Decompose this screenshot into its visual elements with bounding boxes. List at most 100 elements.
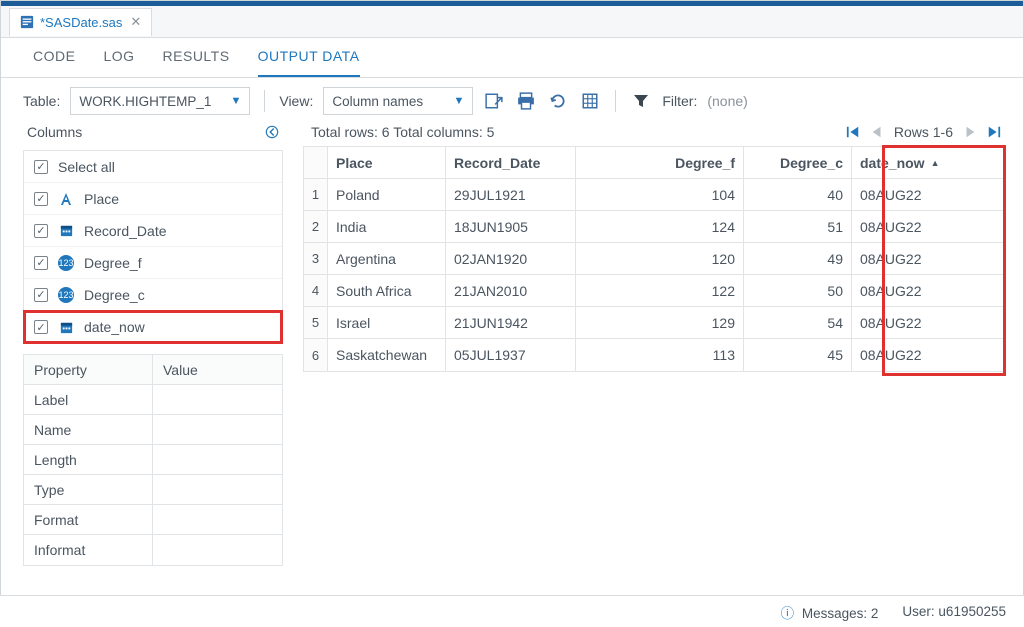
cell-recorddate: 21JUN1942	[446, 307, 576, 338]
col-header-place[interactable]: Place	[328, 147, 446, 178]
divider	[264, 90, 265, 112]
columns-header: Columns	[27, 124, 82, 140]
file-tab[interactable]: *SASDate.sas ✕	[9, 8, 152, 36]
grid-pager: Rows 1-6	[846, 124, 1001, 140]
cell-place: Israel	[328, 307, 446, 338]
column-item-degreec[interactable]: ✓ 123 Degree_c	[24, 279, 282, 311]
view-select-value: Column names	[332, 94, 423, 109]
cell-degreec: 40	[744, 179, 852, 210]
checkbox-icon[interactable]: ✓	[34, 320, 48, 334]
cell-datenow: 08AUG22	[852, 275, 970, 306]
grid-summary: Total rows: 6 Total columns: 5	[311, 124, 494, 140]
tab-log[interactable]: LOG	[103, 48, 134, 77]
property-row: Informat	[24, 535, 282, 565]
column-item-selectall[interactable]: ✓ Select all	[24, 151, 282, 183]
cell-place: India	[328, 211, 446, 242]
property-header: Property	[24, 355, 153, 384]
property-row: Length	[24, 445, 282, 475]
checkbox-icon[interactable]: ✓	[34, 224, 48, 238]
property-row: Label	[24, 385, 282, 415]
col-header-degreef[interactable]: Degree_f	[576, 147, 744, 178]
sort-asc-icon: ▲	[931, 158, 940, 168]
checkbox-icon[interactable]: ✓	[34, 160, 48, 174]
grid-icon[interactable]	[579, 90, 601, 112]
cell-place: Poland	[328, 179, 446, 210]
cell-recorddate: 18JUN1905	[446, 211, 576, 242]
col-header-recorddate[interactable]: Record_Date	[446, 147, 576, 178]
row-num: 5	[304, 307, 328, 338]
file-tab-label: *SASDate.sas	[40, 15, 122, 30]
user-indicator: User: u61950255	[902, 604, 1006, 619]
column-item-degreef[interactable]: ✓ 123 Degree_f	[24, 247, 282, 279]
column-item-place[interactable]: ✓ Place	[24, 183, 282, 215]
cell-degreec: 49	[744, 243, 852, 274]
close-icon[interactable]: ✕	[130, 14, 141, 30]
collapse-columns-icon[interactable]	[265, 125, 279, 139]
numeric-type-icon: 123	[58, 255, 74, 271]
messages-indicator[interactable]: ⓘ Messages: 2	[781, 602, 879, 622]
checkbox-icon[interactable]: ✓	[34, 192, 48, 206]
cell-degreef: 120	[576, 243, 744, 274]
row-num: 2	[304, 211, 328, 242]
tab-output-data[interactable]: OUTPUT DATA	[258, 48, 360, 77]
table-label: Table:	[23, 93, 60, 109]
page-next-icon[interactable]	[963, 125, 977, 139]
cell-degreec: 45	[744, 339, 852, 371]
cell-degreec: 51	[744, 211, 852, 242]
refresh-icon[interactable]	[547, 90, 569, 112]
cell-recorddate: 02JAN1920	[446, 243, 576, 274]
property-table: Property Value Label Name Length Type Fo…	[23, 354, 283, 566]
filter-icon[interactable]	[630, 90, 652, 112]
cell-place: Saskatchewan	[328, 339, 446, 371]
cell-place: Argentina	[328, 243, 446, 274]
property-row: Name	[24, 415, 282, 445]
status-bar: ⓘ Messages: 2 User: u61950255	[0, 595, 1024, 627]
cell-datenow: 08AUG22	[852, 307, 970, 338]
page-last-icon[interactable]	[987, 125, 1001, 139]
tab-code[interactable]: CODE	[33, 48, 75, 77]
tab-results[interactable]: RESULTS	[163, 48, 230, 77]
column-item-datenow[interactable]: ✓ date_now	[24, 311, 282, 343]
checkbox-icon[interactable]: ✓	[34, 288, 48, 302]
cell-degreef: 113	[576, 339, 744, 371]
table-row[interactable]: 1Poland29JUL19211044008AUG22	[304, 179, 1004, 211]
caret-down-icon: ▼	[230, 95, 241, 107]
cell-degreef: 122	[576, 275, 744, 306]
table-row[interactable]: 5Israel21JUN19421295408AUG22	[304, 307, 1004, 339]
print-icon[interactable]	[515, 90, 537, 112]
property-row: Type	[24, 475, 282, 505]
cell-datenow: 08AUG22	[852, 211, 970, 242]
col-header-datenow[interactable]: date_now ▲	[852, 147, 970, 178]
editor-subtabs: CODE LOG RESULTS OUTPUT DATA	[1, 38, 1023, 78]
cell-recorddate: 21JAN2010	[446, 275, 576, 306]
table-row[interactable]: 2India18JUN19051245108AUG22	[304, 211, 1004, 243]
calendar-type-icon	[58, 223, 74, 239]
info-icon: ⓘ	[781, 606, 795, 621]
calendar-type-icon	[58, 319, 74, 335]
cell-datenow: 08AUG22	[852, 179, 970, 210]
table-row[interactable]: 4South Africa21JAN20101225008AUG22	[304, 275, 1004, 307]
cell-datenow: 08AUG22	[852, 243, 970, 274]
property-row: Format	[24, 505, 282, 535]
view-select[interactable]: Column names ▼	[323, 87, 473, 115]
export-icon[interactable]	[483, 90, 505, 112]
data-grid: Place Record_Date Degree_f Degree_c date…	[303, 146, 1005, 372]
row-num: 1	[304, 179, 328, 210]
row-num-header[interactable]	[304, 147, 328, 178]
filter-label: Filter:	[662, 93, 697, 109]
table-row[interactable]: 3Argentina02JAN19201204908AUG22	[304, 243, 1004, 275]
table-select[interactable]: WORK.HIGHTEMP_1 ▼	[70, 87, 250, 115]
page-prev-icon[interactable]	[870, 125, 884, 139]
sas-file-icon	[20, 15, 34, 29]
cell-degreef: 104	[576, 179, 744, 210]
rows-range: Rows 1-6	[894, 124, 953, 140]
col-header-degreec[interactable]: Degree_c	[744, 147, 852, 178]
cell-recorddate: 05JUL1937	[446, 339, 576, 371]
divider	[615, 90, 616, 112]
output-toolbar: Table: WORK.HIGHTEMP_1 ▼ View: Column na…	[1, 78, 1023, 124]
filter-value: (none)	[707, 93, 747, 109]
page-first-icon[interactable]	[846, 125, 860, 139]
column-item-recorddate[interactable]: ✓ Record_Date	[24, 215, 282, 247]
table-row[interactable]: 6Saskatchewan05JUL19371134508AUG22	[304, 339, 1004, 371]
checkbox-icon[interactable]: ✓	[34, 256, 48, 270]
